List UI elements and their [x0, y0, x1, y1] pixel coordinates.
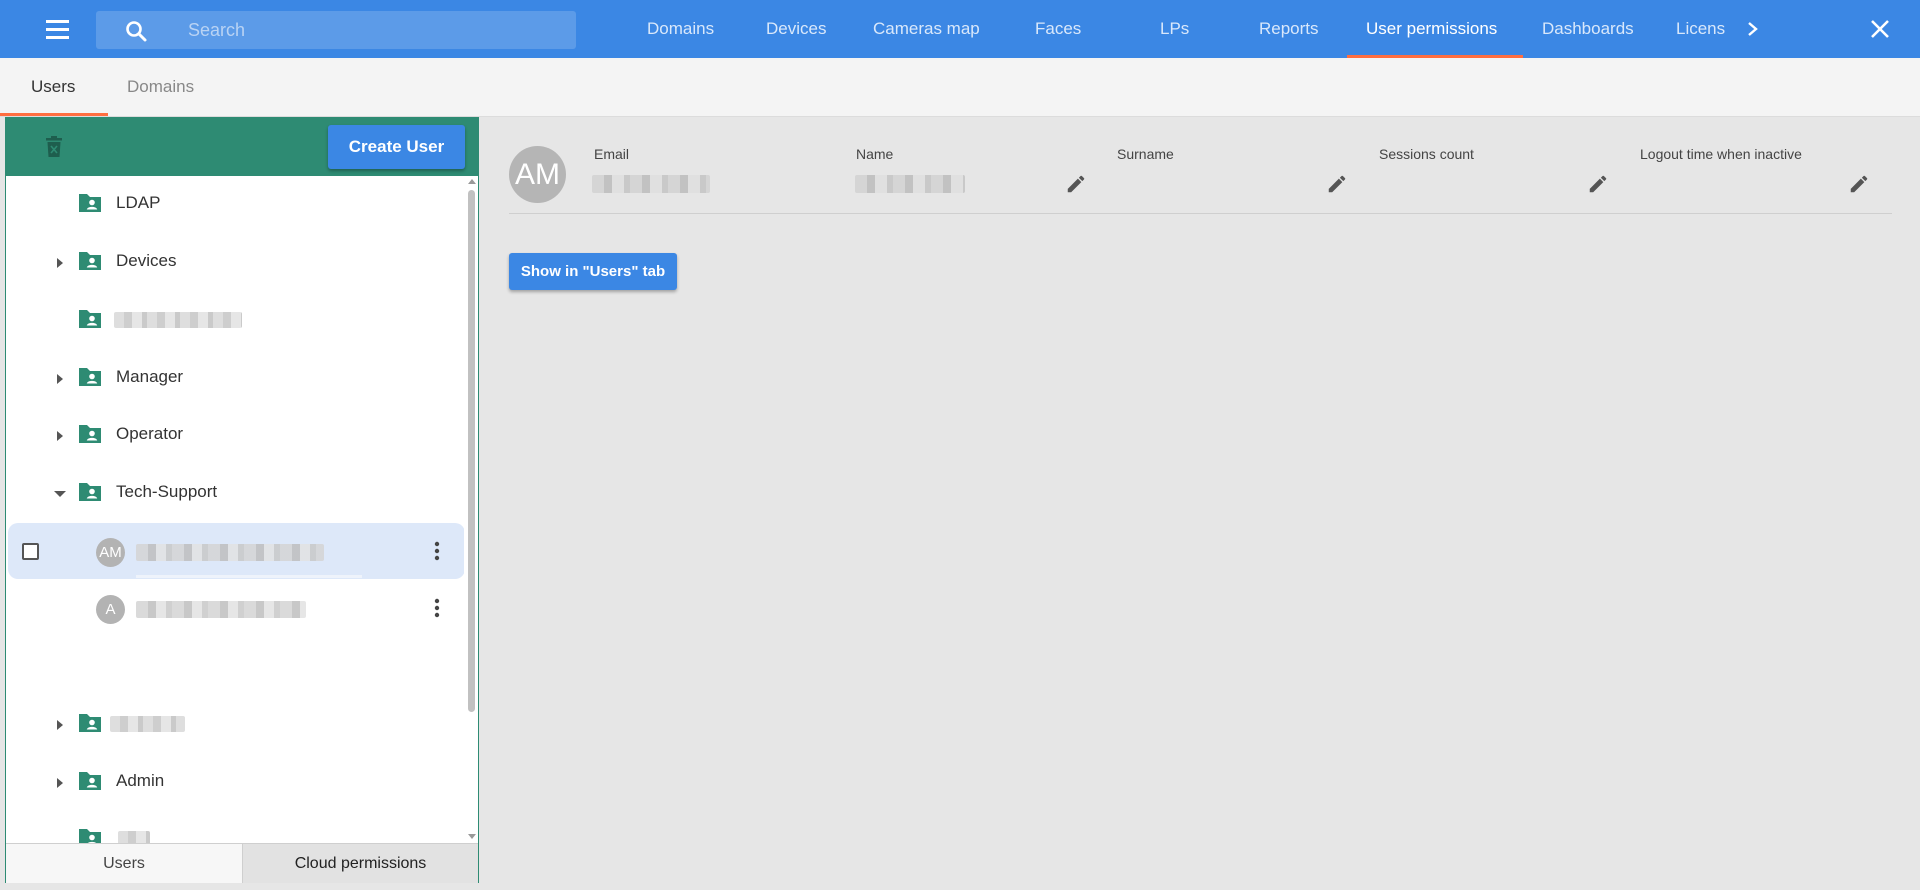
user-name-underline	[136, 575, 362, 578]
tree-folder-label: Manager	[116, 367, 184, 386]
folder-user-icon	[77, 422, 103, 446]
bottom-tab-users[interactable]: Users	[6, 844, 243, 883]
tree-folder[interactable]: Tech-Support	[6, 465, 464, 521]
subtab-domains[interactable]: Domains	[127, 58, 194, 116]
tree-folder[interactable]: Operator	[6, 407, 464, 463]
more-vert-icon[interactable]	[430, 539, 444, 563]
tree-folder[interactable]: Manager	[6, 350, 464, 406]
tree-folder[interactable]	[6, 292, 464, 348]
menu-icon[interactable]	[40, 14, 74, 44]
caret-right-icon[interactable]	[54, 776, 66, 788]
email-value-redacted	[592, 175, 710, 193]
pencil-icon[interactable]	[1326, 173, 1348, 195]
search-icon[interactable]	[124, 19, 148, 43]
tab-user-permissions[interactable]: User permissions	[1366, 0, 1497, 58]
name-label: Name	[856, 146, 894, 162]
tree-folder-label: Admin	[116, 771, 165, 790]
logout-time-label: Logout time when inactive	[1640, 146, 1802, 162]
subtab-users[interactable]: Users	[31, 58, 75, 116]
trash-icon[interactable]	[43, 135, 65, 159]
caret-right-icon[interactable]	[54, 429, 66, 441]
tree-toolbar: Create User	[6, 118, 478, 176]
user-avatar-large: AM	[509, 146, 566, 203]
email-label: Email	[594, 146, 630, 162]
sub-tab-bar: Users Domains	[0, 58, 1920, 117]
pencil-icon[interactable]	[1065, 173, 1087, 195]
caret-down-icon[interactable]	[54, 487, 66, 499]
tree-folder-label: Devices	[116, 251, 177, 270]
folder-user-icon	[77, 365, 103, 389]
folder-user-icon	[77, 307, 103, 331]
main-tabs: Domains Devices Cameras map Faces LPs Re…	[625, 0, 1740, 58]
user-tree: LDAP Devices Manager Operator Tech-Support Ad…	[6, 176, 464, 843]
folder-user-icon	[77, 480, 103, 504]
tree-folder-label-redacted	[114, 312, 242, 328]
more-vert-icon[interactable]	[430, 596, 444, 620]
folder-user-icon	[77, 826, 103, 843]
caret-right-icon[interactable]	[54, 372, 66, 384]
details-divider	[509, 213, 1892, 214]
sessions-count-label: Sessions count	[1379, 146, 1474, 162]
search-box	[96, 11, 576, 49]
tree-folder-label-redacted	[118, 831, 150, 843]
tree-folder[interactable]	[6, 811, 464, 843]
caret-right-icon[interactable]	[54, 718, 66, 730]
surname-label: Surname	[1117, 146, 1174, 162]
user-name-redacted	[136, 601, 306, 618]
pencil-icon[interactable]	[1848, 173, 1870, 195]
folder-user-icon	[77, 191, 103, 215]
show-in-users-tab-button[interactable]: Show in "Users" tab	[509, 253, 677, 290]
caret-right-icon[interactable]	[54, 256, 66, 268]
tab-domains[interactable]: Domains	[647, 0, 714, 58]
tree-folder-label: Operator	[116, 424, 184, 443]
user-name-redacted	[136, 544, 324, 561]
tree-folder-label: Tech-Support	[116, 482, 218, 501]
tab-reports[interactable]: Reports	[1259, 0, 1319, 58]
bottom-tab-cloud-permissions[interactable]: Cloud permissions	[243, 844, 478, 883]
tab-faces[interactable]: Faces	[1035, 0, 1081, 58]
scroll-thumb[interactable]	[468, 190, 475, 712]
user-row[interactable]: AM	[8, 523, 464, 579]
users-tree-panel: Create User LDAP Devices Manager Operator Te…	[5, 117, 479, 883]
close-icon[interactable]	[1866, 15, 1894, 43]
tree-folder[interactable]: Admin	[6, 754, 464, 810]
user-checkbox[interactable]	[22, 543, 39, 560]
avatar: A	[96, 595, 125, 624]
tree-folder[interactable]	[6, 696, 464, 752]
tree-folder[interactable]: LDAP	[6, 176, 464, 232]
create-user-button[interactable]: Create User	[328, 125, 465, 169]
top-app-bar: Domains Devices Cameras map Faces LPs Re…	[0, 0, 1920, 58]
tab-cameras-map[interactable]: Cameras map	[873, 0, 980, 58]
folder-user-icon	[77, 249, 103, 273]
scroll-down-arrow[interactable]	[468, 834, 476, 839]
active-subtab-indicator	[0, 113, 108, 116]
tree-folder-label-redacted	[110, 716, 185, 732]
chevron-right-icon[interactable]	[1742, 14, 1764, 44]
folder-user-icon	[77, 711, 103, 735]
user-row[interactable]: A	[8, 580, 464, 636]
tab-licenses[interactable]: Licens	[1676, 0, 1725, 58]
tab-lps[interactable]: LPs	[1160, 0, 1189, 58]
pencil-icon[interactable]	[1587, 173, 1609, 195]
tree-folder-label: LDAP	[116, 193, 161, 212]
tab-dashboards[interactable]: Dashboards	[1542, 0, 1634, 58]
folder-user-icon	[77, 769, 103, 793]
tree-folder[interactable]: Devices	[6, 234, 464, 290]
tab-devices[interactable]: Devices	[766, 0, 826, 58]
avatar: AM	[96, 538, 125, 567]
bottom-tabs: Users Cloud permissions	[6, 843, 478, 883]
tree-scrollbar[interactable]	[465, 176, 478, 843]
scroll-up-arrow[interactable]	[468, 179, 476, 184]
name-value-redacted	[855, 175, 965, 193]
search-input[interactable]	[188, 11, 558, 49]
